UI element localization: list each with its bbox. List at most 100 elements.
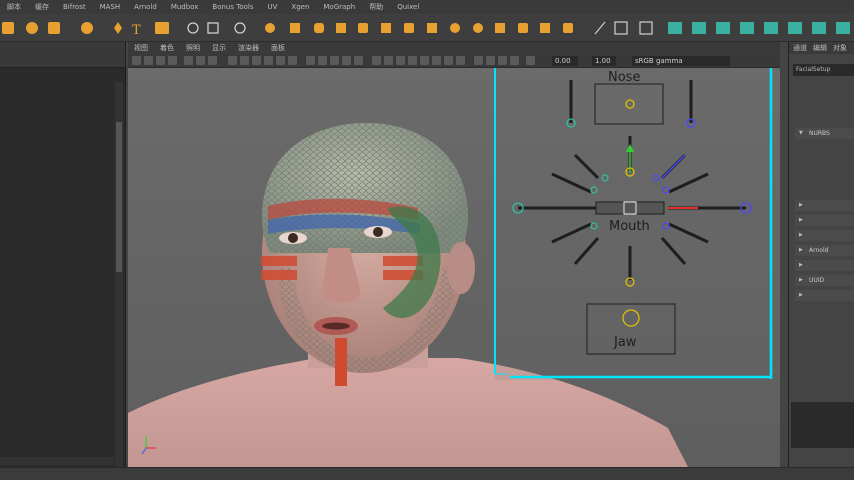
viewport-tool-icon[interactable] <box>444 56 453 65</box>
channel-box-tab[interactable]: 编辑 <box>813 43 827 53</box>
viewport-tool-icon[interactable] <box>486 56 495 65</box>
outliner-item[interactable] <box>0 258 114 269</box>
viewport-tool-icon[interactable] <box>408 56 417 65</box>
shelf-icon[interactable] <box>2 22 14 34</box>
shelf-icon[interactable] <box>427 23 437 33</box>
node-name-field[interactable]: FacialSetup <box>793 64 854 76</box>
menu-item[interactable]: 帮助 <box>362 2 390 12</box>
menu-item[interactable]: Arnold <box>127 3 164 11</box>
viewport-tool-icon[interactable] <box>306 56 315 65</box>
shelf-icon[interactable] <box>594 21 606 35</box>
shelf-icon[interactable] <box>114 22 122 34</box>
outliner-item[interactable] <box>0 247 114 258</box>
outliner-item[interactable] <box>0 181 114 192</box>
exposure-field[interactable]: 0.00 <box>552 56 578 66</box>
shelf-icon[interactable] <box>187 22 199 34</box>
scroll-thumb[interactable] <box>116 122 122 272</box>
viewport-tool-icon[interactable] <box>354 56 363 65</box>
shelf-icon[interactable] <box>265 23 275 33</box>
attribute-section-header[interactable] <box>795 290 854 301</box>
attribute-section-header[interactable]: Arnold <box>795 245 854 256</box>
menu-item[interactable]: Xgen <box>284 3 316 11</box>
shelf-icon[interactable] <box>614 21 628 35</box>
menu-item[interactable]: UV <box>260 3 284 11</box>
shelf-icon[interactable] <box>836 22 850 34</box>
viewport-tool-icon[interactable] <box>420 56 429 65</box>
shelf-icon[interactable] <box>450 23 460 33</box>
viewport-tool-icon[interactable] <box>432 56 441 65</box>
menu-item[interactable]: MASH <box>93 3 128 11</box>
viewport-tool-icon[interactable] <box>526 56 535 65</box>
outliner-item[interactable] <box>0 159 114 170</box>
viewport-tool-icon[interactable] <box>318 56 327 65</box>
viewport-tool-icon[interactable] <box>168 56 177 65</box>
outliner-item[interactable] <box>0 236 114 247</box>
viewport-menu-item[interactable]: 面板 <box>265 43 291 53</box>
shelf-icon[interactable] <box>358 23 368 33</box>
gamma-field[interactable]: 1.00 <box>592 56 616 66</box>
viewport-menu-item[interactable]: 照明 <box>180 43 206 53</box>
viewport-menu-item[interactable]: 着色 <box>154 43 180 53</box>
outliner-item[interactable] <box>0 192 114 203</box>
attribute-section-header[interactable] <box>795 260 854 271</box>
attribute-section-header[interactable]: UUID <box>795 275 854 286</box>
viewport-tool-icon[interactable] <box>498 56 507 65</box>
shelf-icon[interactable] <box>234 22 246 34</box>
outliner-item[interactable] <box>0 280 114 291</box>
shelf-icon[interactable] <box>788 22 802 34</box>
outliner-item[interactable] <box>0 137 114 148</box>
menu-item[interactable]: 缓存 <box>28 2 56 12</box>
color-space-dropdown[interactable]: sRGB gamma <box>632 56 730 66</box>
outliner-item[interactable] <box>0 148 114 159</box>
shelf-icon[interactable] <box>518 23 528 33</box>
shelf-icon[interactable] <box>563 23 573 33</box>
viewport-tool-icon[interactable] <box>342 56 351 65</box>
viewport-tool-icon[interactable] <box>276 56 285 65</box>
viewport-tool-icon[interactable] <box>156 56 165 65</box>
outliner-item[interactable] <box>0 225 114 236</box>
viewport-tool-icon[interactable] <box>474 56 483 65</box>
outliner-item[interactable] <box>0 291 114 302</box>
viewport-tool-icon[interactable] <box>396 56 405 65</box>
viewport-tool-icon[interactable] <box>252 56 261 65</box>
viewport-menu-item[interactable]: 显示 <box>206 43 232 53</box>
viewport-menu-item[interactable]: 渲染器 <box>232 43 265 53</box>
text-tool-icon[interactable]: T <box>132 23 141 38</box>
notes-box[interactable] <box>791 402 854 448</box>
viewport-tool-icon[interactable] <box>208 56 217 65</box>
shelf-icon[interactable] <box>764 22 778 34</box>
shelf-icons[interactable]: T <box>0 14 854 42</box>
viewport-tool-icon[interactable] <box>264 56 273 65</box>
shelf-icon[interactable] <box>381 23 391 33</box>
outliner-item[interactable] <box>0 269 114 280</box>
viewport-tool-icon[interactable] <box>372 56 381 65</box>
outliner-vertical-scrollbar[interactable] <box>115 82 123 480</box>
shelf-icon[interactable] <box>716 22 730 34</box>
shelf-icon[interactable] <box>692 22 706 34</box>
shelf-icon[interactable] <box>495 23 505 33</box>
attribute-section-header[interactable] <box>795 215 854 226</box>
shelf-icon[interactable] <box>314 23 324 33</box>
shelf-icon[interactable] <box>404 23 414 33</box>
shelf-icon[interactable] <box>290 23 300 33</box>
viewport-tool-icon[interactable] <box>196 56 205 65</box>
menu-item[interactable]: MoGraph <box>316 3 362 11</box>
viewport-tool-icon[interactable] <box>228 56 237 65</box>
outliner-item[interactable] <box>0 170 114 181</box>
shelf-icon[interactable] <box>155 22 169 34</box>
shelf-icon[interactable] <box>540 23 550 33</box>
shelf-icon[interactable] <box>668 22 682 34</box>
shelf-icon[interactable] <box>48 22 60 34</box>
viewport-tool-icon[interactable] <box>456 56 465 65</box>
shelf-icon[interactable] <box>81 22 93 34</box>
viewport-tool-icon[interactable] <box>132 56 141 65</box>
attribute-section-header[interactable]: NURBS <box>795 128 854 139</box>
outliner-item[interactable] <box>0 126 114 137</box>
viewport-tool-icon[interactable] <box>330 56 339 65</box>
viewport-tool-icon[interactable] <box>144 56 153 65</box>
shelf-icon[interactable] <box>207 22 219 34</box>
outliner-item[interactable] <box>0 203 114 214</box>
viewport-tool-icon[interactable] <box>184 56 193 65</box>
shelf-icon[interactable] <box>473 23 483 33</box>
menu-item[interactable]: 脚本 <box>0 2 28 12</box>
